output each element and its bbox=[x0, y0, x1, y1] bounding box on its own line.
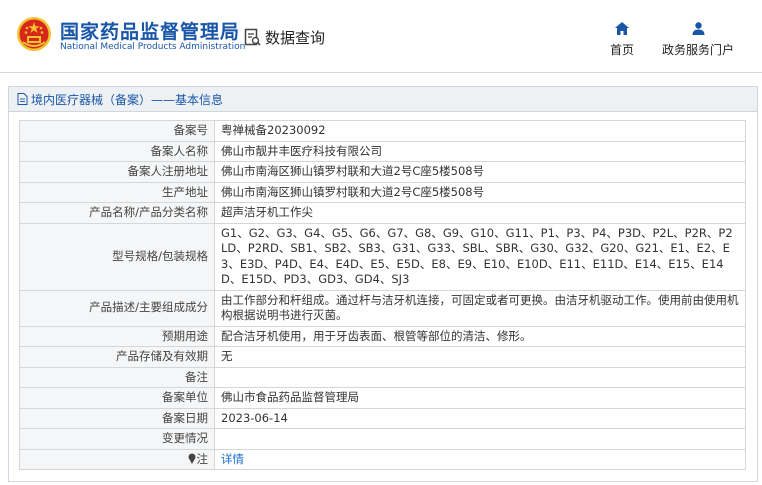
panel-title: 境内医疗器械（备案）——基本信息 bbox=[9, 87, 757, 112]
row-value: 配合洁牙机使用，用于牙齿表面、根管等部位的清洁、修形。 bbox=[214, 325, 746, 347]
data-query-link[interactable]: 数据查询 bbox=[244, 26, 325, 48]
table-row: 产品存储及有效期无 bbox=[19, 346, 746, 368]
row-value: 佛山市南海区狮山镇罗村联和大道2号C座5楼508号 bbox=[214, 181, 746, 203]
row-value: 佛山市南海区狮山镇罗村联和大道2号C座5楼508号 bbox=[214, 161, 746, 183]
row-value: 超声洁牙机工作尖 bbox=[214, 202, 746, 224]
document-icon bbox=[17, 93, 28, 105]
site-header: 国家药品监督管理局 National Medical Products Admi… bbox=[0, 0, 762, 73]
row-value: 粤禅械备20230092 bbox=[214, 120, 746, 142]
note-label-cell: 注 bbox=[19, 448, 215, 470]
row-label: 备案人注册地址 bbox=[19, 161, 215, 183]
table-row: 变更情况 bbox=[19, 428, 746, 450]
row-value: 2023-06-14 bbox=[214, 407, 746, 429]
note-value-cell: 详情 bbox=[214, 448, 746, 470]
pin-icon bbox=[188, 453, 195, 464]
row-value: 无 bbox=[214, 346, 746, 368]
nav-home-label: 首页 bbox=[609, 43, 634, 57]
table-row: 备案单位 佛山市食品药品监督管理局 bbox=[19, 387, 746, 409]
table-row: 产品名称/产品分类名称 超声洁牙机工作尖 bbox=[19, 202, 746, 224]
table-row: 生产地址 佛山市南海区狮山镇罗村联和大道2号C座5楼508号 bbox=[19, 181, 746, 203]
org-name-cn: 国家药品监督管理局 bbox=[60, 21, 241, 43]
table-row: 备案日期 2023-06-14 bbox=[19, 407, 746, 429]
national-emblem-icon bbox=[17, 17, 51, 51]
record-table: 备案号 粤禅械备20230092 备案人名称 佛山市靓井丰医疗科技有限公司 备案人注册地… bbox=[19, 120, 746, 470]
row-label: 备案人名称 bbox=[19, 140, 215, 162]
user-icon bbox=[692, 22, 704, 35]
org-name-en: National Medical Products Administration bbox=[60, 42, 246, 52]
row-label: 备注 bbox=[19, 366, 215, 388]
row-value: G1、G2、G3、G4、G5、G6、G7、G8、G9、G10、G11、P1、P3… bbox=[214, 222, 746, 291]
table-row: 备案人注册地址 佛山市南海区狮山镇罗村联和大道2号C座5楼508号 bbox=[19, 161, 746, 183]
row-value: 由工作部分和杆组成。通过杆与洁牙机连接，可固定或者可更换。由洁牙机驱动工作。使用… bbox=[214, 289, 746, 327]
table-row: 预期用途 配合洁牙机使用，用于牙齿表面、根管等部位的清洁、修形。 bbox=[19, 325, 746, 347]
row-value: 佛山市食品药品监督管理局 bbox=[214, 387, 746, 409]
nav-home[interactable]: 首页 bbox=[608, 22, 636, 58]
table-row: 型号规格/包装规格 G1、G2、G3、G4、G5、G6、G7、G8、G9、G10、… bbox=[19, 222, 746, 291]
row-value: 佛山市靓井丰医疗科技有限公司 bbox=[214, 140, 746, 162]
data-query-icon bbox=[244, 28, 261, 46]
row-label: 预期用途 bbox=[19, 325, 215, 347]
row-label: 生产地址 bbox=[19, 181, 215, 203]
detail-link[interactable]: 详情 bbox=[221, 452, 244, 466]
panel-title-text: 境内医疗器械（备案）——基本信息 bbox=[31, 92, 224, 107]
nav-portal-label: 政务服务门户 bbox=[661, 43, 734, 57]
row-label: 备案日期 bbox=[19, 407, 215, 429]
basic-info-panel: 境内医疗器械（备案）——基本信息 备案号 粤禅械备20230092 备案人名称 佛山市… bbox=[8, 86, 758, 482]
row-label: 产品存储及有效期 bbox=[19, 346, 215, 368]
data-query-label: 数据查询 bbox=[265, 28, 326, 47]
row-label: 产品名称/产品分类名称 bbox=[19, 202, 215, 224]
row-value bbox=[214, 366, 746, 388]
table-row-note: 注详情 bbox=[19, 448, 746, 470]
row-label: 型号规格/包装规格 bbox=[19, 222, 215, 291]
row-label: 备案单位 bbox=[19, 387, 215, 409]
row-value bbox=[214, 428, 746, 450]
note-label: 注 bbox=[196, 451, 209, 466]
table-row: 备注 bbox=[19, 366, 746, 388]
table-row: 备案号 粤禅械备20230092 bbox=[19, 120, 746, 142]
table-row: 备案人名称 佛山市靓井丰医疗科技有限公司 bbox=[19, 140, 746, 162]
row-label: 产品描述/主要组成成分 bbox=[19, 289, 215, 327]
table-row: 产品描述/主要组成成分 由工作部分和杆组成。通过杆与洁牙机连接，可固定或者可更换。… bbox=[19, 289, 746, 327]
home-icon bbox=[615, 22, 629, 35]
nav-service-portal[interactable]: 政务服务门户 bbox=[660, 22, 736, 58]
row-label: 变更情况 bbox=[19, 428, 215, 450]
row-label: 备案号 bbox=[19, 120, 215, 142]
